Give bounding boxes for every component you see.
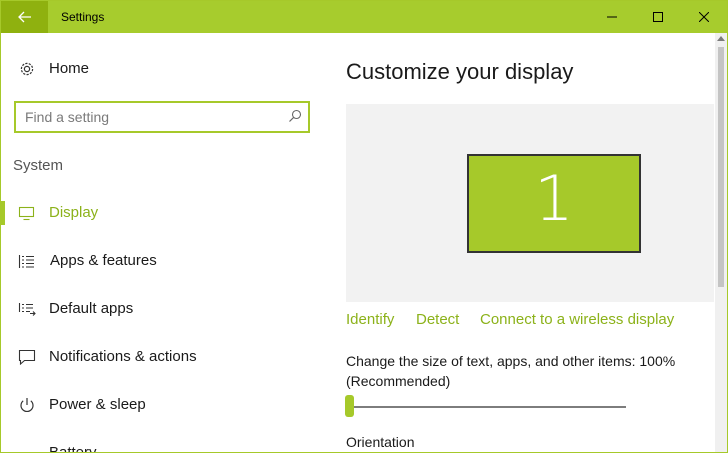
minimize-icon xyxy=(607,16,617,18)
sidebar-item-home[interactable]: Home xyxy=(1,49,323,89)
back-arrow-icon xyxy=(18,11,31,23)
close-icon xyxy=(699,12,709,22)
close-button[interactable] xyxy=(681,1,727,33)
sidebar-item-label: Battery xyxy=(49,444,97,453)
search-input[interactable] xyxy=(25,107,275,127)
scroll-up-button[interactable] xyxy=(715,33,727,45)
monitor-number: 1 xyxy=(534,162,574,235)
sidebar-item-label: Apps & features xyxy=(50,252,157,269)
sidebar-item-display[interactable]: Display xyxy=(1,193,323,233)
battery-icon xyxy=(18,445,36,453)
sidebar-item-label: Default apps xyxy=(49,300,134,317)
sidebar: Home System Display Apps & features xyxy=(1,33,323,453)
sidebar-item-label: Power & sleep xyxy=(49,396,146,413)
sidebar-item-apps-features[interactable]: Apps & features xyxy=(1,241,323,281)
page-title: Customize your display xyxy=(346,59,574,84)
back-button[interactable] xyxy=(1,1,48,33)
power-icon xyxy=(20,398,34,412)
main-content: Customize your display 1 Identify Detect… xyxy=(323,33,715,452)
window-title: Settings xyxy=(61,10,105,24)
search-box[interactable] xyxy=(14,101,310,133)
list-icon xyxy=(18,255,34,268)
minimize-button[interactable] xyxy=(589,1,635,33)
identify-link[interactable]: Identify xyxy=(346,311,394,328)
sidebar-item-label: Notifications & actions xyxy=(49,348,197,365)
orientation-label: Orientation xyxy=(346,434,415,450)
section-heading: System xyxy=(13,157,64,174)
wireless-display-link[interactable]: Connect to a wireless display xyxy=(480,311,674,328)
monitor-icon xyxy=(18,206,35,221)
sidebar-item-power-sleep[interactable]: Power & sleep xyxy=(1,385,323,425)
sidebar-item-label: Display xyxy=(49,204,99,221)
gear-icon xyxy=(20,62,34,76)
default-apps-icon xyxy=(18,303,36,316)
maximize-icon xyxy=(653,12,663,22)
display-arrangement-area: 1 xyxy=(346,104,714,302)
active-indicator xyxy=(1,201,5,225)
scale-label: Change the size of text, apps, and other… xyxy=(346,353,676,389)
notification-icon xyxy=(18,349,36,365)
maximize-button[interactable] xyxy=(635,1,681,33)
settings-window: Settings Home Find a setting System Disp… xyxy=(0,0,728,453)
sidebar-item-label: Home xyxy=(49,60,90,77)
sidebar-item-notifications[interactable]: Notifications & actions xyxy=(1,337,323,377)
detect-link[interactable]: Detect xyxy=(416,311,459,328)
scale-slider-track[interactable] xyxy=(348,406,626,408)
sidebar-item-default-apps[interactable]: Default apps xyxy=(1,289,323,329)
monitor-1[interactable]: 1 xyxy=(467,154,641,253)
scrollbar[interactable] xyxy=(715,33,727,452)
scale-slider-thumb[interactable] xyxy=(345,395,354,417)
search-icon[interactable] xyxy=(288,109,302,123)
title-bar: Settings xyxy=(1,1,727,33)
scrollbar-thumb[interactable] xyxy=(718,47,724,287)
sidebar-item-battery[interactable]: Battery xyxy=(1,433,323,453)
chevron-up-icon xyxy=(717,36,725,41)
